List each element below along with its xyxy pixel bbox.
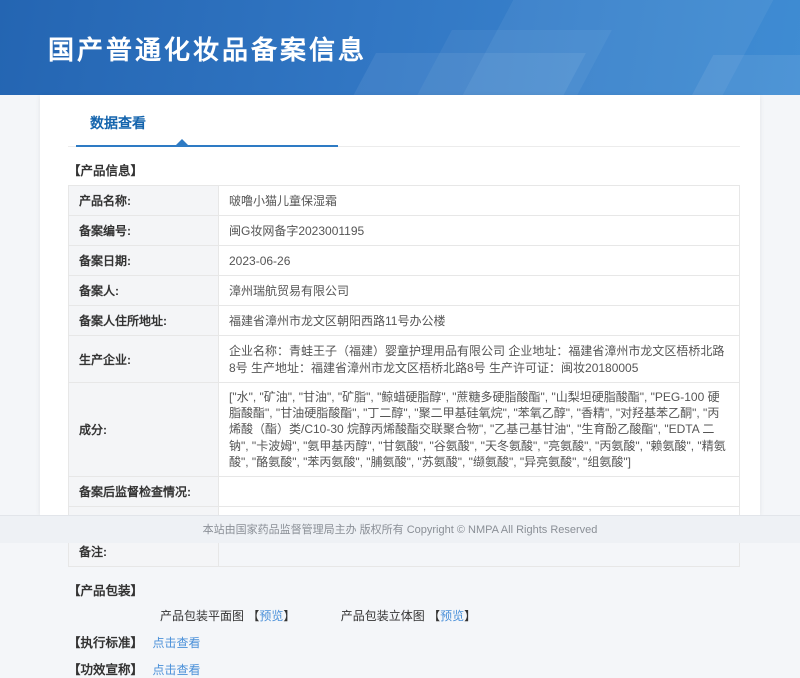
standard-line: 【执行标准】 点击查看 (68, 632, 740, 651)
section-packaging: 【产品包装】 (68, 580, 740, 599)
field-value (219, 476, 740, 506)
field-value: 福建省漳州市龙文区朝阳西路11号办公楼 (219, 306, 740, 336)
table-row-product-name: 产品名称: 啵噜小猫儿童保湿霜 (69, 186, 740, 216)
packaging-flat-preview-link[interactable]: 预览 (259, 609, 283, 623)
field-label: 生产企业: (69, 336, 219, 383)
banner-decor-shape (344, 53, 586, 95)
tab-active-underline (76, 145, 338, 147)
standard-view-link[interactable]: 点击查看 (153, 636, 201, 650)
packaging-flat-label: 产品包装平面图 (160, 609, 244, 623)
section-efficacy: 【功效宣称】 (68, 663, 143, 677)
field-label: 备案日期: (69, 246, 219, 276)
field-value: 啵噜小猫儿童保湿霜 (219, 186, 740, 216)
table-row-ingredients: 成分: ["水", "矿油", "甘油", "矿脂", "鲸蜡硬脂醇", "蔗糖… (69, 383, 740, 477)
efficacy-line: 【功效宣称】 点击查看 (68, 659, 740, 678)
table-row-record-number: 备案编号: 闽G妆网备字2023001195 (69, 216, 740, 246)
table-row-manufacturer: 生产企业: 企业名称：青蛙王子（福建）婴童护理用品有限公司 企业地址：福建省漳州… (69, 336, 740, 383)
page-footer: 本站由国家药品监督管理局主办 版权所有 Copyright © NMPA All… (0, 515, 800, 543)
field-label: 备案后监督检查情况: (69, 476, 219, 506)
packaging-flat-item: 产品包装平面图 【预览】 (160, 609, 299, 623)
tab-data-view[interactable]: 数据查看 (90, 113, 146, 143)
table-row-record-date: 备案日期: 2023-06-26 (69, 246, 740, 276)
packaging-stereo-item: 产品包装立体图 【预览】 (341, 609, 476, 623)
efficacy-view-link[interactable]: 点击查看 (153, 663, 201, 677)
table-row-registrant-address: 备案人住所地址: 福建省漳州市龙文区朝阳西路11号办公楼 (69, 306, 740, 336)
field-label: 备案人: (69, 276, 219, 306)
page-header-banner: 国产普通化妆品备案信息 (0, 0, 800, 95)
field-value: 漳州瑞航贸易有限公司 (219, 276, 740, 306)
field-value: 企业名称：青蛙王子（福建）婴童护理用品有限公司 企业地址：福建省漳州市龙文区梧桥… (219, 336, 740, 383)
bracket-open: 【 (428, 609, 440, 623)
field-label: 成分: (69, 383, 219, 477)
tab-bar: 数据查看 (68, 113, 740, 147)
field-value: 2023-06-26 (219, 246, 740, 276)
field-label: 备案人住所地址: (69, 306, 219, 336)
table-row-registrant: 备案人: 漳州瑞航贸易有限公司 (69, 276, 740, 306)
field-value: 闽G妆网备字2023001195 (219, 216, 740, 246)
bracket-close: 】 (283, 609, 295, 623)
section-standard: 【执行标准】 (68, 636, 143, 650)
packaging-line: 产品包装平面图 【预览】 产品包装立体图 【预览】 (160, 607, 740, 624)
field-value: ["水", "矿油", "甘油", "矿脂", "鲸蜡硬脂醇", "蔗糖多硬脂酸… (219, 383, 740, 477)
section-product-info: 【产品信息】 (68, 160, 740, 179)
page-title: 国产普通化妆品备案信息 (48, 30, 367, 67)
content-card: 数据查看 【产品信息】 产品名称: 啵噜小猫儿童保湿霜 备案编号: 闽G妆网备字… (40, 95, 760, 515)
bracket-close: 】 (464, 609, 476, 623)
packaging-stereo-label: 产品包装立体图 (341, 609, 425, 623)
table-row-supervision: 备案后监督检查情况: (69, 476, 740, 506)
field-label: 备案编号: (69, 216, 219, 246)
field-label: 产品名称: (69, 186, 219, 216)
product-info-table: 产品名称: 啵噜小猫儿童保湿霜 备案编号: 闽G妆网备字2023001195 备… (68, 185, 740, 567)
copyright-text: 本站由国家药品监督管理局主办 版权所有 Copyright © NMPA All… (203, 524, 598, 536)
bracket-open: 【 (247, 609, 259, 623)
tab-active-caret-icon (176, 139, 188, 145)
packaging-stereo-preview-link[interactable]: 预览 (440, 609, 464, 623)
